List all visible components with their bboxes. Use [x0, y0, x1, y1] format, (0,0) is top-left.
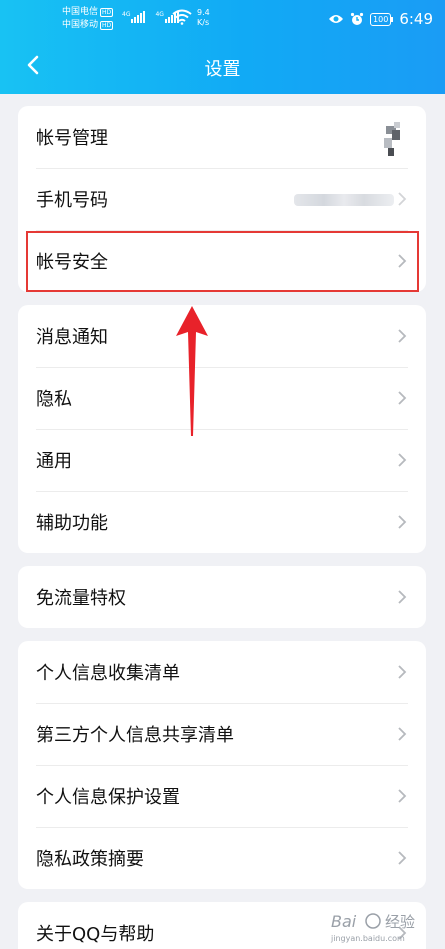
paw-icon — [365, 913, 381, 929]
row-label: 消息通知 — [36, 327, 108, 348]
network-type-2: 4G — [155, 11, 164, 18]
avatar[interactable] — [380, 116, 404, 160]
settings-row-info-collection-list[interactable]: 个人信息收集清单 — [18, 641, 426, 703]
settings-row-general[interactable]: 通用 — [18, 429, 426, 491]
row-label: 隐私政策摘要 — [36, 849, 144, 870]
settings-row-privacy[interactable]: 隐私 — [18, 367, 426, 429]
settings-row-free-data[interactable]: 免流量特权 — [18, 566, 426, 628]
row-label: 个人信息收集清单 — [36, 663, 180, 684]
general-card: 消息通知 隐私 通用 辅助功能 — [18, 305, 426, 553]
red-arrow-icon — [176, 306, 208, 436]
status-right: 100 6:49 — [328, 10, 433, 28]
page-title: 设置 — [204, 59, 241, 80]
data-card: 免流量特权 — [18, 566, 426, 628]
app-header: 中国电信 HD 中国移动 HD 4G 4G 9.4 K/s 100 6:49 设… — [0, 0, 445, 94]
speed-value: 9.4 — [197, 8, 210, 17]
chevron-right-icon — [398, 391, 407, 405]
row-label: 第三方个人信息共享清单 — [36, 725, 234, 746]
phone-value-blurred — [294, 194, 394, 206]
settings-row-info-protection[interactable]: 个人信息保护设置 — [18, 765, 426, 827]
signal-icons: 4G 4G — [122, 11, 179, 23]
row-label: 个人信息保护设置 — [36, 787, 180, 808]
row-label: 帐号管理 — [36, 128, 108, 149]
row-label: 免流量特权 — [36, 588, 126, 609]
row-label: 手机号码 — [36, 190, 108, 211]
alarm-icon — [350, 12, 364, 25]
speed-unit: K/s — [197, 18, 210, 27]
network-type-1: 4G — [122, 11, 131, 18]
personal-info-card: 个人信息收集清单 第三方个人信息共享清单 个人信息保护设置 隐私政策摘要 — [18, 641, 426, 889]
baidu-jingyan-watermark: Bai 经验 jingyan.baidu.com — [330, 912, 415, 943]
network-speed: 9.4 K/s — [197, 8, 210, 28]
settings-row-third-party-sharing[interactable]: 第三方个人信息共享清单 — [18, 703, 426, 765]
row-label: 通用 — [36, 451, 72, 472]
chevron-right-icon — [398, 453, 407, 467]
hd-badge-1: HD — [100, 8, 114, 17]
hd-badge-2: HD — [100, 21, 114, 30]
carrier-2: 中国移动 — [62, 20, 99, 30]
row-label: 关于QQ与帮助 — [36, 924, 155, 945]
chevron-right-icon — [398, 727, 407, 741]
settings-row-notifications[interactable]: 消息通知 — [18, 305, 426, 367]
carrier-1: 中国电信 — [62, 7, 99, 17]
wifi-icon — [172, 9, 192, 25]
settings-row-privacy-summary[interactable]: 隐私政策摘要 — [18, 827, 426, 889]
watermark-brand: Bai — [331, 912, 357, 931]
chevron-right-icon — [398, 329, 407, 343]
chevron-right-icon — [398, 789, 407, 803]
chevron-right-icon — [398, 515, 407, 529]
chevron-right-icon — [398, 590, 407, 604]
battery-icon: 100 — [370, 12, 394, 26]
row-label: 隐私 — [36, 389, 72, 410]
eye-icon — [329, 15, 344, 23]
watermark-url: jingyan.baidu.com — [330, 934, 405, 943]
signal-bars-icon — [131, 11, 146, 23]
highlight-box — [26, 231, 419, 292]
settings-row-account-management[interactable]: 帐号管理 — [18, 106, 426, 168]
carrier-info: 中国电信 HD 中国移动 HD — [62, 6, 114, 32]
settings-row-accessibility[interactable]: 辅助功能 — [18, 491, 426, 553]
chevron-right-icon — [398, 851, 407, 865]
watermark-sub: 经验 — [385, 913, 415, 931]
row-label: 辅助功能 — [36, 513, 108, 534]
chevron-right-icon — [398, 192, 407, 206]
status-bar: 中国电信 HD 中国移动 HD 4G 4G 9.4 K/s 100 6:49 — [0, 0, 445, 40]
settings-row-phone-number[interactable]: 手机号码 — [18, 168, 426, 230]
clock: 6:49 — [399, 10, 433, 28]
chevron-right-icon — [398, 665, 407, 679]
